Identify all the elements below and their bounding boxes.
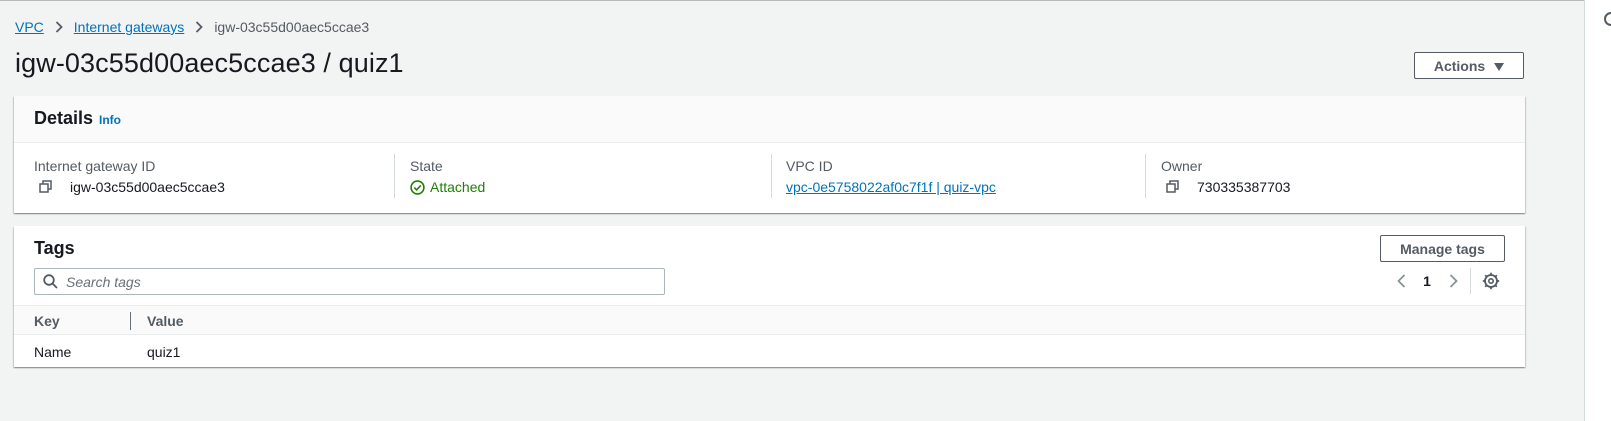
table-row: Name quiz1 — [14, 336, 1525, 367]
details-title: Details — [34, 108, 94, 128]
detail-label: Owner — [1161, 158, 1203, 174]
search-tags-box — [34, 268, 665, 295]
table-header: Key Value — [14, 305, 1525, 335]
detail-state: State Attached — [410, 143, 770, 213]
detail-label: VPC ID — [786, 158, 833, 174]
tag-key: Name — [34, 344, 72, 360]
detail-vpc-id: VPC ID vpc-0e5758022af0c7f1f | quiz-vpc — [786, 143, 1146, 213]
tags-title: Tags — [34, 238, 75, 258]
column-resize-handle[interactable] — [130, 312, 131, 330]
search-tags-input[interactable] — [66, 273, 646, 290]
caret-down-icon — [1494, 58, 1505, 74]
detail-value-row: igw-03c55d00aec5ccae3 — [39, 179, 225, 195]
search-icon — [43, 274, 58, 289]
column-divider — [771, 154, 772, 198]
chevron-right-icon[interactable] — [1442, 270, 1464, 292]
tag-value: quiz1 — [147, 344, 181, 360]
top-border — [0, 0, 1611, 1]
status-positive-icon — [410, 179, 425, 195]
pagination: 1 — [1390, 270, 1464, 292]
detail-internet-gateway-id: Internet gateway ID igw-03c55d00aec5ccae… — [34, 143, 394, 213]
status-badge: Attached — [410, 179, 485, 195]
chevron-right-icon — [184, 21, 214, 33]
column-header-key[interactable]: Key — [34, 313, 60, 329]
breadcrumb-vpc-link[interactable]: VPC — [15, 19, 44, 35]
info-panel-toggle-icon[interactable] — [1604, 12, 1611, 26]
breadcrumb-current: igw-03c55d00aec5ccae3 — [214, 19, 370, 35]
pager-divider — [1470, 268, 1471, 294]
actions-button-label: Actions — [1433, 57, 1486, 74]
detail-label: Internet gateway ID — [34, 158, 156, 174]
page-title: igw-03c55d00aec5ccae3 / quiz1 — [15, 48, 404, 78]
detail-label: State — [410, 158, 443, 174]
breadcrumb: VPC Internet gateways igw-03c55d00aec5cc… — [15, 18, 369, 36]
column-divider — [1145, 154, 1146, 198]
tags-panel: Tags 1 Key Value Name quiz1 — [14, 226, 1525, 367]
details-panel: Details Info Internet gateway ID igw-03c… — [14, 96, 1525, 213]
detail-value: 730335387703 — [1197, 179, 1291, 195]
actions-dropdown-button[interactable]: Actions — [1414, 52, 1524, 79]
detail-owner: Owner 730335387703 — [1161, 143, 1501, 213]
column-divider — [394, 154, 395, 198]
chevron-right-icon — [44, 21, 74, 33]
column-header-value[interactable]: Value — [147, 313, 184, 329]
detail-value: Attached — [430, 179, 486, 195]
right-side-rail — [1584, 0, 1611, 421]
vpc-id-link[interactable]: vpc-0e5758022af0c7f1f | quiz-vpc — [786, 179, 996, 195]
detail-value-row: 730335387703 — [1166, 179, 1290, 195]
chevron-left-icon[interactable] — [1390, 270, 1412, 292]
info-link[interactable]: Info — [99, 113, 121, 127]
breadcrumb-internet-gateways-link[interactable]: Internet gateways — [74, 19, 185, 35]
gear-icon[interactable] — [1482, 272, 1500, 290]
details-panel-header: Details Info — [14, 96, 1525, 143]
copy-icon[interactable] — [1166, 180, 1180, 194]
page-number[interactable]: 1 — [1412, 273, 1442, 289]
detail-value: igw-03c55d00aec5ccae3 — [70, 179, 225, 195]
manage-tags-button[interactable]: Manage tags — [1380, 235, 1505, 262]
copy-icon[interactable] — [39, 180, 53, 194]
